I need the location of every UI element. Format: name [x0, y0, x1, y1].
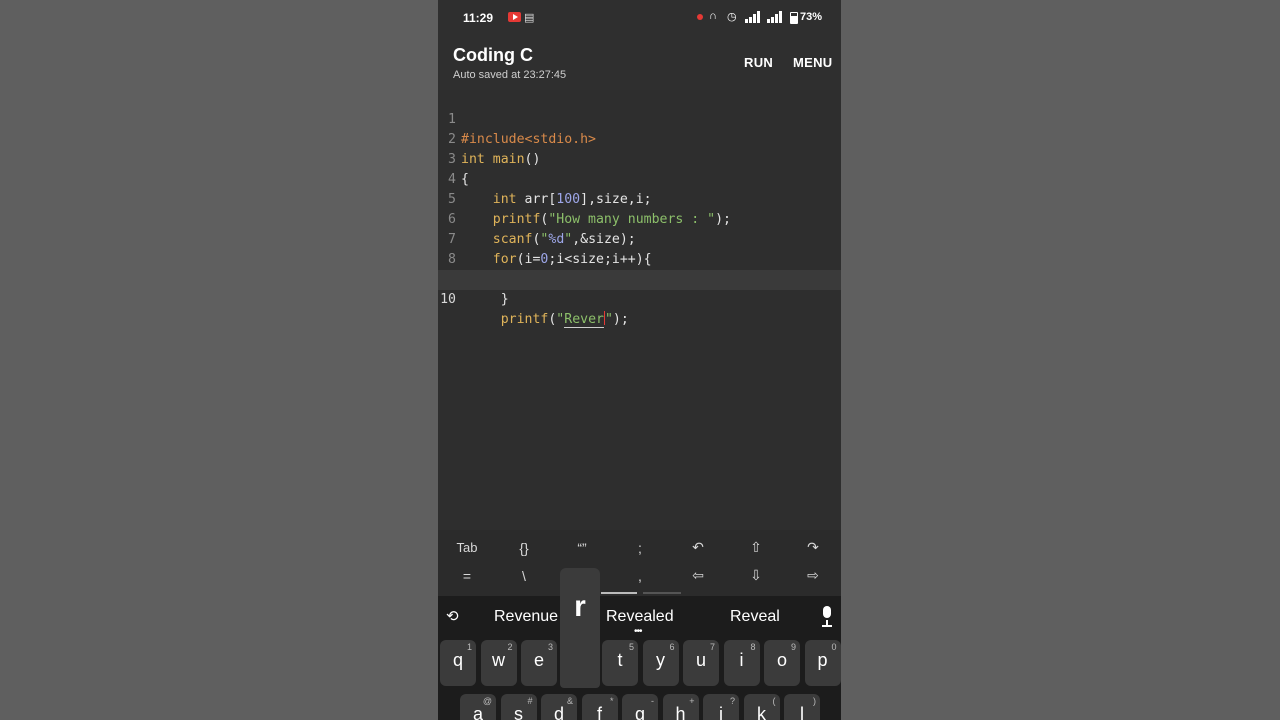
code-editor[interactable]: 1 #include<stdio.h> 2 int main() 3 { 4 i… [438, 90, 841, 530]
key-p[interactable]: 0p [804, 640, 841, 686]
undo-icon[interactable]: ↶ [669, 539, 727, 556]
key-w[interactable]: 2w [480, 640, 517, 686]
key-y[interactable]: 6y [642, 640, 679, 686]
headphones-icon: ∩ [709, 10, 717, 22]
arrow-right-icon[interactable]: ⇨ [784, 567, 841, 584]
key-char: w [492, 650, 505, 670]
comma-key[interactable]: , [611, 568, 669, 584]
key-o[interactable]: 9o [764, 640, 800, 686]
key-char: t [617, 650, 623, 670]
key-char: i [739, 650, 744, 670]
shift-up-icon[interactable]: ⇧ [727, 539, 785, 556]
arrow-left-icon[interactable]: ⇦ [669, 567, 727, 584]
key-char: f [596, 704, 602, 720]
key-char: q [452, 650, 463, 670]
autosave-status: Auto saved at 23:27:45 [453, 69, 567, 81]
suggestion-right[interactable]: Reveal [730, 608, 780, 626]
key-a[interactable]: @ a [460, 694, 496, 720]
key-s[interactable]: # s [500, 694, 537, 720]
menu-button[interactable]: MENU [793, 55, 832, 70]
refresh-icon[interactable]: ⟲ [446, 607, 464, 625]
semicolon-key[interactable]: ; [611, 540, 669, 556]
app-bar: Coding C Auto saved at 23:27:45 RUN MENU [438, 36, 841, 90]
app-title: Coding C [453, 45, 533, 65]
braces-key[interactable]: {} [495, 540, 553, 556]
key-j[interactable]: ? j [703, 694, 739, 720]
suggestion-left[interactable]: Revenue [494, 608, 558, 626]
arrow-down-icon[interactable]: ⇩ [727, 567, 785, 584]
backslash-key[interactable]: \ [495, 568, 553, 584]
code-text: printf("Rever"); [500, 311, 629, 328]
suggestion-center[interactable]: Revealed [606, 608, 674, 626]
redo-icon[interactable]: ↷ [784, 539, 841, 556]
key-g[interactable]: -g [622, 694, 658, 720]
more-suggestions-icon[interactable]: ••• [634, 626, 642, 637]
key-char: k [757, 704, 766, 720]
key-char: e [533, 650, 544, 670]
code-line-active: 10 printf("Rever"); [438, 270, 841, 328]
alarm-icon: ◷ [727, 11, 737, 23]
battery-icon [790, 12, 798, 24]
key-char: a [472, 704, 483, 720]
code-line: 4 int arr[100],size,i; [438, 150, 841, 207]
status-bar: 11:29 ▤ ∩ ◷ 73% [438, 0, 841, 36]
key-preview-popup: r [560, 568, 600, 688]
key-k[interactable]: (k [743, 694, 780, 720]
record-dot-icon [697, 14, 703, 20]
signal-icon [745, 11, 760, 23]
key-char: l [800, 704, 804, 720]
code-line: 3 { [438, 130, 841, 187]
key-t[interactable]: 5t [602, 640, 638, 686]
phone-screen: 11:29 ▤ ∩ ◷ 73% Coding C Auto saved at 2… [438, 0, 841, 720]
key-char: s [514, 704, 523, 720]
battery-percent: 73% [800, 11, 823, 23]
key-i[interactable]: 8i [723, 640, 760, 686]
key-char: h [675, 704, 686, 720]
key-char: p [817, 650, 828, 670]
code-line: 6 scanf("%d",&size); [438, 190, 841, 247]
key-char: u [695, 650, 706, 670]
quotes-key[interactable]: “” [553, 540, 611, 556]
code-line: 2 int main() [438, 110, 841, 167]
soft-keyboard: 1q2w3e4r5t6y7u8i9o0p@a#s&d*f-g+h?j(k)l [438, 638, 841, 720]
book-icon: ▤ [524, 12, 535, 24]
key-h[interactable]: + h [662, 694, 699, 720]
key-char: o [776, 650, 787, 670]
key-char: y [656, 650, 665, 670]
signal-2-icon [767, 11, 782, 23]
key-char: g [634, 704, 645, 720]
run-button[interactable]: RUN [744, 55, 773, 70]
key-l[interactable]: ) l [784, 694, 820, 720]
text-cursor [603, 311, 605, 325]
key-preview-char: r [574, 590, 586, 623]
key-e[interactable]: 3e [521, 640, 557, 686]
status-time: 11:29 [463, 11, 494, 25]
line-number: 10 [440, 292, 456, 307]
code-line: 1 #include<stdio.h> [438, 90, 841, 147]
key-d[interactable]: & d [541, 694, 577, 720]
key-u[interactable]: 7u [683, 640, 719, 686]
code-line: 5 printf("How many numbers : "); [438, 170, 841, 227]
tab-key[interactable]: Tab [438, 540, 496, 555]
code-line: 9 } [438, 250, 841, 307]
key-char: j [719, 704, 723, 720]
code-line: 8 scanf("%d",&arr[i]); [438, 230, 841, 287]
mic-icon[interactable] [820, 606, 834, 628]
equals-key[interactable]: = [438, 568, 496, 584]
page-indicator [601, 592, 637, 594]
key-char: d [553, 704, 564, 720]
extra-keys-bar: Tab {} “” ; ↶ ⇧ ↷ = \ - , ⇦ ⇩ ⇨ [438, 530, 841, 596]
suggestion-bar: ⟲ Revenue Revealed ••• Reveal [438, 592, 841, 638]
page-indicator [643, 592, 681, 594]
code-line: 7 for(i=0;i<size;i++){ [438, 210, 841, 267]
youtube-icon [508, 12, 521, 22]
key-q[interactable]: 1q [440, 640, 476, 686]
key-f[interactable]: * f [581, 694, 618, 720]
